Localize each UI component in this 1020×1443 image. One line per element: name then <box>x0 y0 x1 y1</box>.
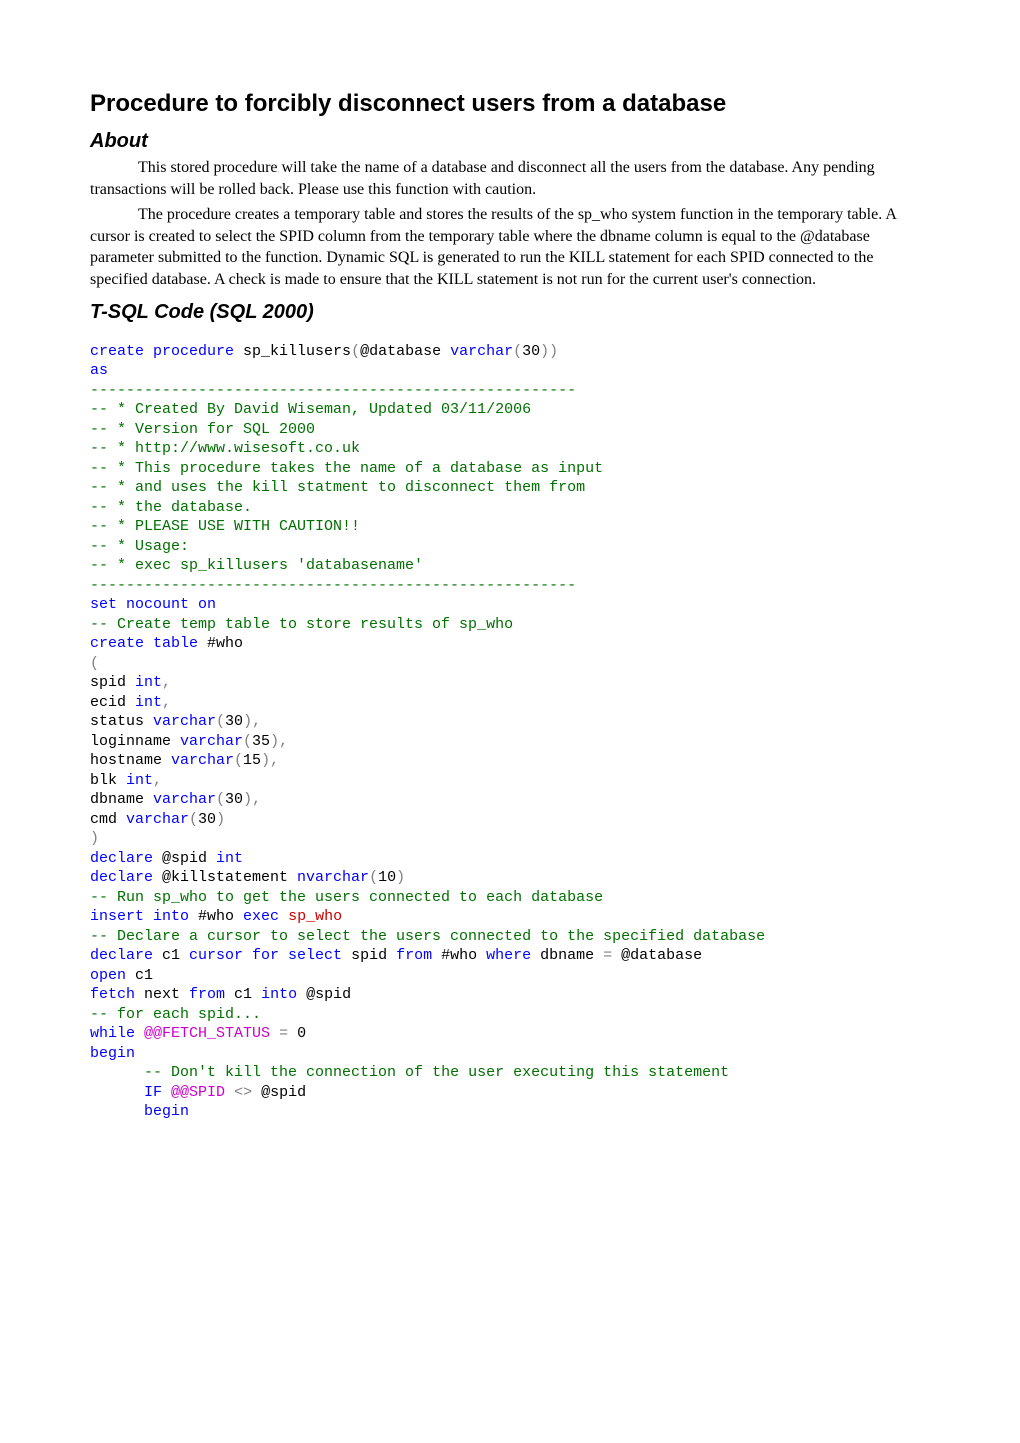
tsql-heading: T-SQL Code (SQL 2000) <box>90 301 920 324</box>
about-paragraph-1: This stored procedure will take the name… <box>90 157 920 200</box>
about-heading: About <box>90 130 920 153</box>
page-title: Procedure to forcibly disconnect users f… <box>90 90 920 118</box>
code-block: create procedure sp_killusers(@database … <box>90 342 920 1122</box>
about-paragraph-2: The procedure creates a temporary table … <box>90 204 920 290</box>
